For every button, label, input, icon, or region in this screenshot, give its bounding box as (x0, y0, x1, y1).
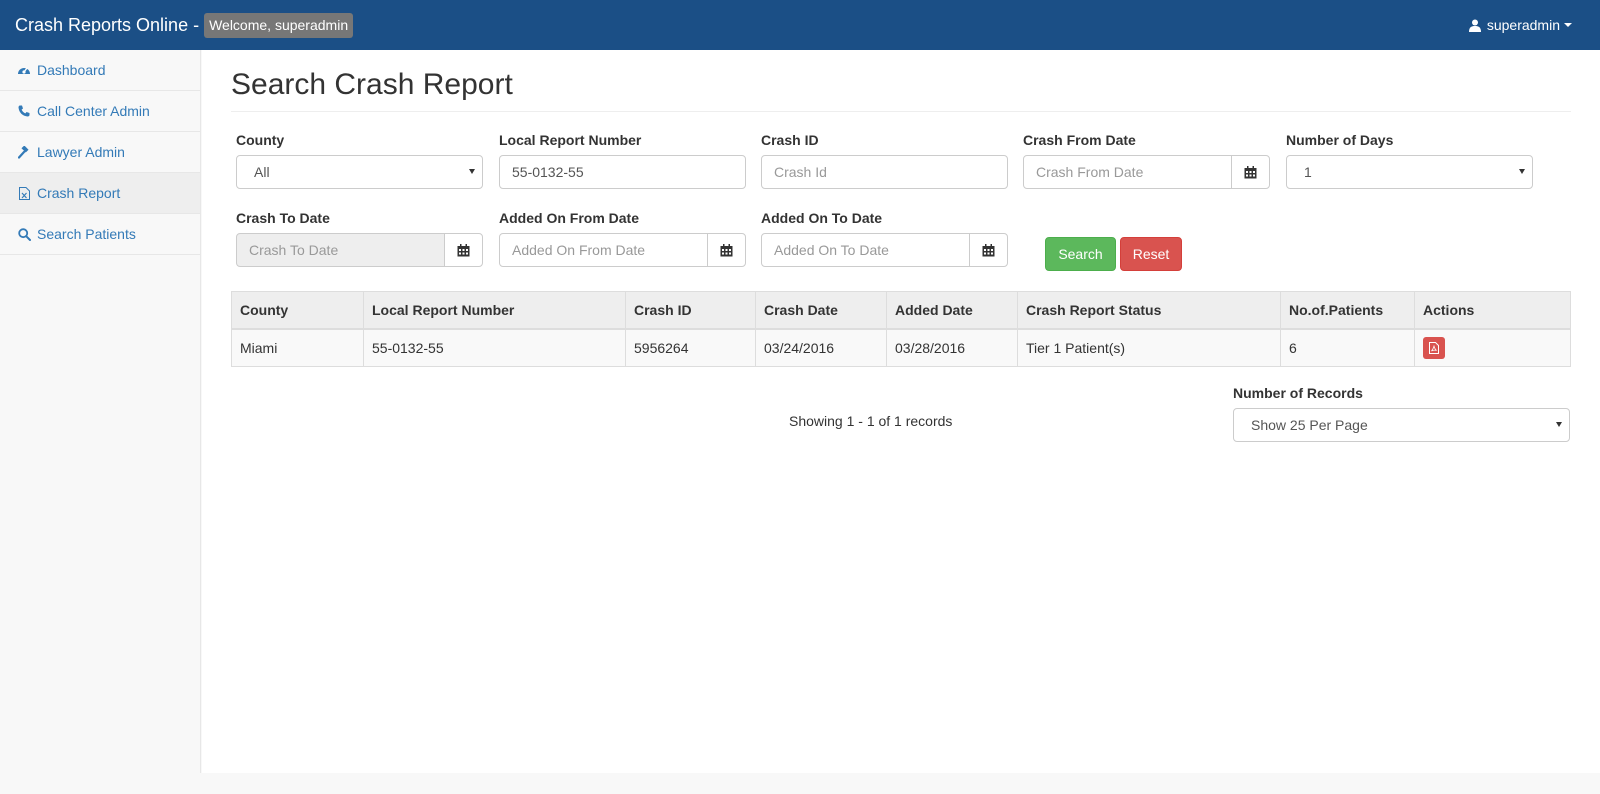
select-arrow-icon (469, 169, 475, 174)
column-header-crash-report-status[interactable]: Crash Report Status (1017, 291, 1281, 330)
sidebar-item-dashboard[interactable]: Dashboard (0, 50, 200, 91)
main-content: Search Crash Report County All Local Rep… (202, 50, 1600, 773)
user-menu[interactable]: superadmin (1468, 0, 1572, 50)
crash-from-date-placeholder: Crash From Date (1036, 164, 1144, 180)
cell-added-date: 03/28/2016 (886, 328, 1018, 367)
crash-id-label: Crash ID (761, 132, 819, 148)
table-header-row: County Local Report Number Crash ID Cras… (231, 291, 1571, 330)
local-report-number-label: Local Report Number (499, 132, 642, 148)
added-on-to-date-field: Added On To Date Added On To Date (761, 208, 1008, 267)
crash-report-table: County Local Report Number Crash ID Cras… (231, 291, 1571, 367)
county-label: County (236, 132, 285, 148)
added-on-from-date-input[interactable]: Added On From Date (499, 233, 708, 267)
cell-actions (1414, 328, 1571, 367)
added-on-to-date-placeholder: Added On To Date (774, 242, 889, 258)
brand[interactable]: Crash Reports Online - Welcome, superadm… (15, 0, 354, 50)
cell-status: Tier 1 Patient(s) (1017, 328, 1281, 367)
added-on-from-date-calendar-button[interactable] (707, 233, 746, 267)
cell-crash-id: 5956264 (625, 328, 756, 367)
added-on-to-date-input[interactable]: Added On To Date (761, 233, 970, 267)
sidebar-item-label: Call Center Admin (37, 103, 150, 119)
sidebar-item-label: Search Patients (37, 226, 136, 242)
reset-button[interactable]: Reset (1120, 237, 1182, 271)
number-of-days-select[interactable]: 1 (1286, 155, 1533, 189)
sidebar-item-lawyer-admin[interactable]: Lawyer Admin (0, 132, 200, 173)
crash-to-date-placeholder: Crash To Date (249, 242, 339, 258)
sidebar-item-call-center-admin[interactable]: Call Center Admin (0, 91, 200, 132)
number-of-days-value: 1 (1304, 164, 1312, 180)
added-on-to-date-calendar-button[interactable] (969, 233, 1008, 267)
crash-to-date-calendar-button[interactable] (444, 233, 483, 267)
crash-id-input[interactable]: Crash Id (761, 155, 1008, 189)
sidebar-item-search-patients[interactable]: Search Patients (0, 214, 200, 255)
crash-to-date-input[interactable]: Crash To Date (236, 233, 445, 267)
crash-to-date-label: Crash To Date (236, 210, 330, 226)
cell-crash-date: 03/24/2016 (755, 328, 887, 367)
county-select[interactable]: All (236, 155, 483, 189)
column-header-no-of-patients[interactable]: No.of.Patients (1280, 291, 1415, 330)
cell-patients: 6 (1280, 328, 1415, 367)
user-name: superadmin (1486, 17, 1560, 33)
number-of-days-field: Number of Days 1 (1286, 130, 1533, 189)
cell-local-report-number: 55-0132-55 (363, 328, 626, 367)
records-per-page-select[interactable]: Show 25 Per Page (1233, 408, 1570, 442)
column-header-county[interactable]: County (231, 291, 364, 330)
divider (231, 111, 1571, 112)
chevron-down-icon (1564, 23, 1572, 27)
sidebar-item-crash-report[interactable]: Crash Report (0, 173, 200, 214)
added-on-from-date-field: Added On From Date Added On From Date (499, 208, 746, 267)
cell-county: Miami (231, 328, 364, 367)
page-title: Search Crash Report (231, 68, 513, 101)
local-report-number-field: Local Report Number 55-0132-55 (499, 130, 746, 189)
county-field: County All (236, 130, 483, 189)
download-pdf-button[interactable] (1423, 336, 1445, 359)
select-arrow-icon (1519, 169, 1525, 174)
file-excel-icon (17, 186, 31, 200)
pdf-icon (1429, 341, 1439, 354)
crash-from-date-calendar-button[interactable] (1231, 155, 1270, 189)
calendar-icon (982, 243, 995, 256)
column-header-crash-id[interactable]: Crash ID (625, 291, 756, 330)
sidebar-item-label: Lawyer Admin (37, 144, 125, 160)
crash-to-date-field: Crash To Date Crash To Date (236, 208, 483, 267)
added-on-from-date-placeholder: Added On From Date (512, 242, 646, 258)
column-header-added-date[interactable]: Added Date (886, 291, 1018, 330)
added-on-from-date-label: Added On From Date (499, 210, 640, 226)
crash-id-placeholder: Crash Id (774, 164, 827, 180)
crash-from-date-field: Crash From Date Crash From Date (1023, 130, 1270, 189)
crash-id-field: Crash ID Crash Id (761, 130, 1008, 189)
table-row: Miami 55-0132-55 5956264 03/24/2016 03/2… (231, 328, 1571, 367)
sidebar-item-label: Dashboard (37, 62, 106, 78)
sidebar-item-label: Crash Report (37, 185, 121, 201)
welcome-badge: Welcome, superadmin (204, 12, 354, 38)
calendar-icon (720, 243, 733, 256)
records-summary: Showing 1 - 1 of 1 records (789, 413, 953, 429)
phone-icon (17, 104, 31, 118)
number-of-days-label: Number of Days (1286, 132, 1394, 148)
county-value: All (254, 164, 270, 180)
gavel-icon (17, 145, 31, 159)
calendar-icon (457, 243, 470, 256)
added-on-to-date-label: Added On To Date (761, 210, 883, 226)
sidebar: Dashboard Call Center Admin Lawyer Admin… (0, 50, 201, 773)
dashboard-icon (17, 63, 31, 77)
column-header-actions: Actions (1414, 291, 1571, 330)
user-icon (1468, 19, 1481, 32)
records-per-page-value: Show 25 Per Page (1251, 417, 1368, 433)
select-arrow-icon (1556, 422, 1562, 427)
local-report-number-value: 55-0132-55 (512, 164, 584, 180)
calendar-icon (1244, 165, 1257, 178)
local-report-number-input[interactable]: 55-0132-55 (499, 155, 746, 189)
number-of-records-field: Number of Records Show 25 Per Page (1233, 383, 1570, 442)
top-navbar: Crash Reports Online - Welcome, superadm… (0, 0, 1600, 50)
search-button[interactable]: Search (1045, 237, 1116, 271)
crash-from-date-input[interactable]: Crash From Date (1023, 155, 1232, 189)
footer-strip (0, 773, 1600, 794)
crash-from-date-label: Crash From Date (1023, 132, 1136, 148)
column-header-local-report-number[interactable]: Local Report Number (363, 291, 626, 330)
number-of-records-label: Number of Records (1233, 385, 1363, 401)
brand-title[interactable]: Crash Reports Online - (15, 15, 199, 36)
column-header-crash-date[interactable]: Crash Date (755, 291, 887, 330)
search-icon (17, 227, 31, 241)
